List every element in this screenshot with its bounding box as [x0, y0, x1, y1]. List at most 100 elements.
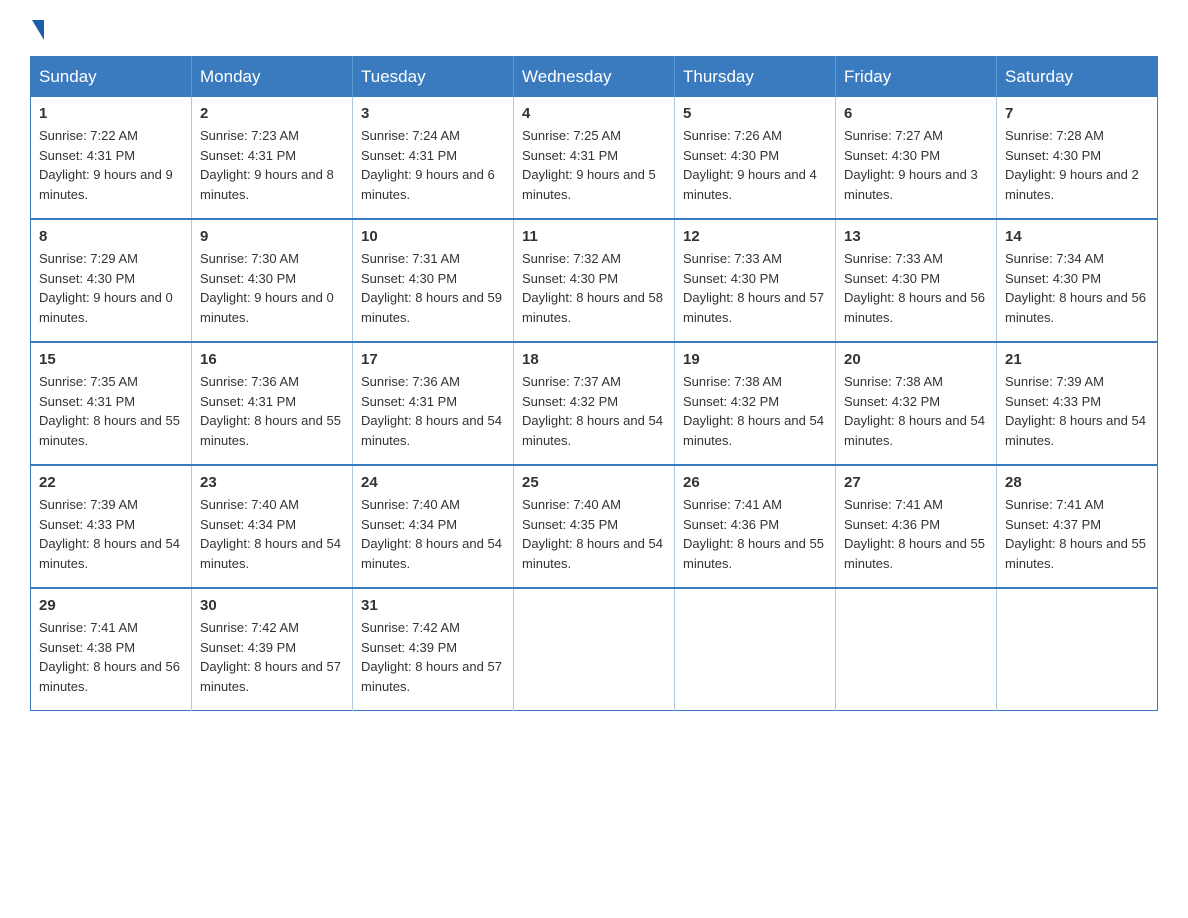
day-info: Sunrise: 7:36 AMSunset: 4:31 PMDaylight:… — [200, 374, 341, 448]
calendar-cell: 24 Sunrise: 7:40 AMSunset: 4:34 PMDaylig… — [353, 465, 514, 588]
calendar-cell: 6 Sunrise: 7:27 AMSunset: 4:30 PMDayligh… — [836, 97, 997, 219]
day-number: 11 — [522, 228, 666, 245]
calendar-cell: 17 Sunrise: 7:36 AMSunset: 4:31 PMDaylig… — [353, 342, 514, 465]
calendar-cell: 10 Sunrise: 7:31 AMSunset: 4:30 PMDaylig… — [353, 219, 514, 342]
calendar-cell: 25 Sunrise: 7:40 AMSunset: 4:35 PMDaylig… — [514, 465, 675, 588]
column-header-tuesday: Tuesday — [353, 57, 514, 98]
calendar-cell: 2 Sunrise: 7:23 AMSunset: 4:31 PMDayligh… — [192, 97, 353, 219]
logo-triangle-icon — [32, 20, 44, 40]
logo-general — [30, 20, 46, 40]
day-number: 1 — [39, 105, 183, 122]
day-number: 7 — [1005, 105, 1149, 122]
day-info: Sunrise: 7:32 AMSunset: 4:30 PMDaylight:… — [522, 251, 663, 325]
calendar-cell: 5 Sunrise: 7:26 AMSunset: 4:30 PMDayligh… — [675, 97, 836, 219]
page-header — [30, 20, 1158, 36]
calendar-cell: 4 Sunrise: 7:25 AMSunset: 4:31 PMDayligh… — [514, 97, 675, 219]
day-info: Sunrise: 7:40 AMSunset: 4:34 PMDaylight:… — [361, 497, 502, 571]
column-header-thursday: Thursday — [675, 57, 836, 98]
calendar-cell: 19 Sunrise: 7:38 AMSunset: 4:32 PMDaylig… — [675, 342, 836, 465]
day-number: 9 — [200, 228, 344, 245]
calendar-cell: 20 Sunrise: 7:38 AMSunset: 4:32 PMDaylig… — [836, 342, 997, 465]
day-info: Sunrise: 7:31 AMSunset: 4:30 PMDaylight:… — [361, 251, 502, 325]
day-info: Sunrise: 7:41 AMSunset: 4:38 PMDaylight:… — [39, 620, 180, 694]
day-info: Sunrise: 7:25 AMSunset: 4:31 PMDaylight:… — [522, 128, 656, 202]
day-info: Sunrise: 7:38 AMSunset: 4:32 PMDaylight:… — [844, 374, 985, 448]
calendar-cell: 30 Sunrise: 7:42 AMSunset: 4:39 PMDaylig… — [192, 588, 353, 711]
day-number: 19 — [683, 351, 827, 368]
calendar-cell: 1 Sunrise: 7:22 AMSunset: 4:31 PMDayligh… — [31, 97, 192, 219]
calendar-cell: 11 Sunrise: 7:32 AMSunset: 4:30 PMDaylig… — [514, 219, 675, 342]
day-number: 18 — [522, 351, 666, 368]
calendar-cell: 16 Sunrise: 7:36 AMSunset: 4:31 PMDaylig… — [192, 342, 353, 465]
day-number: 27 — [844, 474, 988, 491]
day-number: 29 — [39, 597, 183, 614]
day-info: Sunrise: 7:30 AMSunset: 4:30 PMDaylight:… — [200, 251, 334, 325]
day-info: Sunrise: 7:39 AMSunset: 4:33 PMDaylight:… — [39, 497, 180, 571]
calendar-week-row: 8 Sunrise: 7:29 AMSunset: 4:30 PMDayligh… — [31, 219, 1158, 342]
calendar-table: SundayMondayTuesdayWednesdayThursdayFrid… — [30, 56, 1158, 711]
day-info: Sunrise: 7:41 AMSunset: 4:36 PMDaylight:… — [844, 497, 985, 571]
day-number: 6 — [844, 105, 988, 122]
day-number: 3 — [361, 105, 505, 122]
day-number: 23 — [200, 474, 344, 491]
day-info: Sunrise: 7:39 AMSunset: 4:33 PMDaylight:… — [1005, 374, 1146, 448]
day-number: 25 — [522, 474, 666, 491]
day-number: 20 — [844, 351, 988, 368]
calendar-header-row: SundayMondayTuesdayWednesdayThursdayFrid… — [31, 57, 1158, 98]
day-info: Sunrise: 7:33 AMSunset: 4:30 PMDaylight:… — [683, 251, 824, 325]
calendar-cell: 15 Sunrise: 7:35 AMSunset: 4:31 PMDaylig… — [31, 342, 192, 465]
day-info: Sunrise: 7:36 AMSunset: 4:31 PMDaylight:… — [361, 374, 502, 448]
calendar-cell: 3 Sunrise: 7:24 AMSunset: 4:31 PMDayligh… — [353, 97, 514, 219]
column-header-friday: Friday — [836, 57, 997, 98]
calendar-cell: 23 Sunrise: 7:40 AMSunset: 4:34 PMDaylig… — [192, 465, 353, 588]
day-number: 12 — [683, 228, 827, 245]
day-number: 15 — [39, 351, 183, 368]
calendar-cell — [514, 588, 675, 711]
day-info: Sunrise: 7:40 AMSunset: 4:34 PMDaylight:… — [200, 497, 341, 571]
day-info: Sunrise: 7:22 AMSunset: 4:31 PMDaylight:… — [39, 128, 173, 202]
day-info: Sunrise: 7:28 AMSunset: 4:30 PMDaylight:… — [1005, 128, 1139, 202]
day-number: 4 — [522, 105, 666, 122]
day-info: Sunrise: 7:37 AMSunset: 4:32 PMDaylight:… — [522, 374, 663, 448]
calendar-cell: 13 Sunrise: 7:33 AMSunset: 4:30 PMDaylig… — [836, 219, 997, 342]
calendar-cell: 7 Sunrise: 7:28 AMSunset: 4:30 PMDayligh… — [997, 97, 1158, 219]
day-info: Sunrise: 7:33 AMSunset: 4:30 PMDaylight:… — [844, 251, 985, 325]
calendar-cell — [997, 588, 1158, 711]
calendar-week-row: 29 Sunrise: 7:41 AMSunset: 4:38 PMDaylig… — [31, 588, 1158, 711]
calendar-cell: 31 Sunrise: 7:42 AMSunset: 4:39 PMDaylig… — [353, 588, 514, 711]
day-number: 17 — [361, 351, 505, 368]
column-header-sunday: Sunday — [31, 57, 192, 98]
calendar-week-row: 1 Sunrise: 7:22 AMSunset: 4:31 PMDayligh… — [31, 97, 1158, 219]
day-number: 14 — [1005, 228, 1149, 245]
day-info: Sunrise: 7:23 AMSunset: 4:31 PMDaylight:… — [200, 128, 334, 202]
calendar-cell: 18 Sunrise: 7:37 AMSunset: 4:32 PMDaylig… — [514, 342, 675, 465]
column-header-monday: Monday — [192, 57, 353, 98]
calendar-week-row: 15 Sunrise: 7:35 AMSunset: 4:31 PMDaylig… — [31, 342, 1158, 465]
day-number: 5 — [683, 105, 827, 122]
logo — [30, 20, 46, 36]
calendar-cell: 28 Sunrise: 7:41 AMSunset: 4:37 PMDaylig… — [997, 465, 1158, 588]
day-info: Sunrise: 7:29 AMSunset: 4:30 PMDaylight:… — [39, 251, 173, 325]
day-number: 16 — [200, 351, 344, 368]
day-number: 2 — [200, 105, 344, 122]
calendar-cell: 8 Sunrise: 7:29 AMSunset: 4:30 PMDayligh… — [31, 219, 192, 342]
day-info: Sunrise: 7:42 AMSunset: 4:39 PMDaylight:… — [200, 620, 341, 694]
day-info: Sunrise: 7:26 AMSunset: 4:30 PMDaylight:… — [683, 128, 817, 202]
calendar-cell: 14 Sunrise: 7:34 AMSunset: 4:30 PMDaylig… — [997, 219, 1158, 342]
calendar-cell: 12 Sunrise: 7:33 AMSunset: 4:30 PMDaylig… — [675, 219, 836, 342]
calendar-cell: 9 Sunrise: 7:30 AMSunset: 4:30 PMDayligh… — [192, 219, 353, 342]
calendar-cell: 21 Sunrise: 7:39 AMSunset: 4:33 PMDaylig… — [997, 342, 1158, 465]
day-info: Sunrise: 7:27 AMSunset: 4:30 PMDaylight:… — [844, 128, 978, 202]
day-number: 22 — [39, 474, 183, 491]
calendar-cell — [675, 588, 836, 711]
column-header-wednesday: Wednesday — [514, 57, 675, 98]
day-number: 28 — [1005, 474, 1149, 491]
day-info: Sunrise: 7:24 AMSunset: 4:31 PMDaylight:… — [361, 128, 495, 202]
day-info: Sunrise: 7:38 AMSunset: 4:32 PMDaylight:… — [683, 374, 824, 448]
day-number: 21 — [1005, 351, 1149, 368]
day-number: 24 — [361, 474, 505, 491]
calendar-cell — [836, 588, 997, 711]
calendar-cell: 22 Sunrise: 7:39 AMSunset: 4:33 PMDaylig… — [31, 465, 192, 588]
day-number: 10 — [361, 228, 505, 245]
day-number: 30 — [200, 597, 344, 614]
